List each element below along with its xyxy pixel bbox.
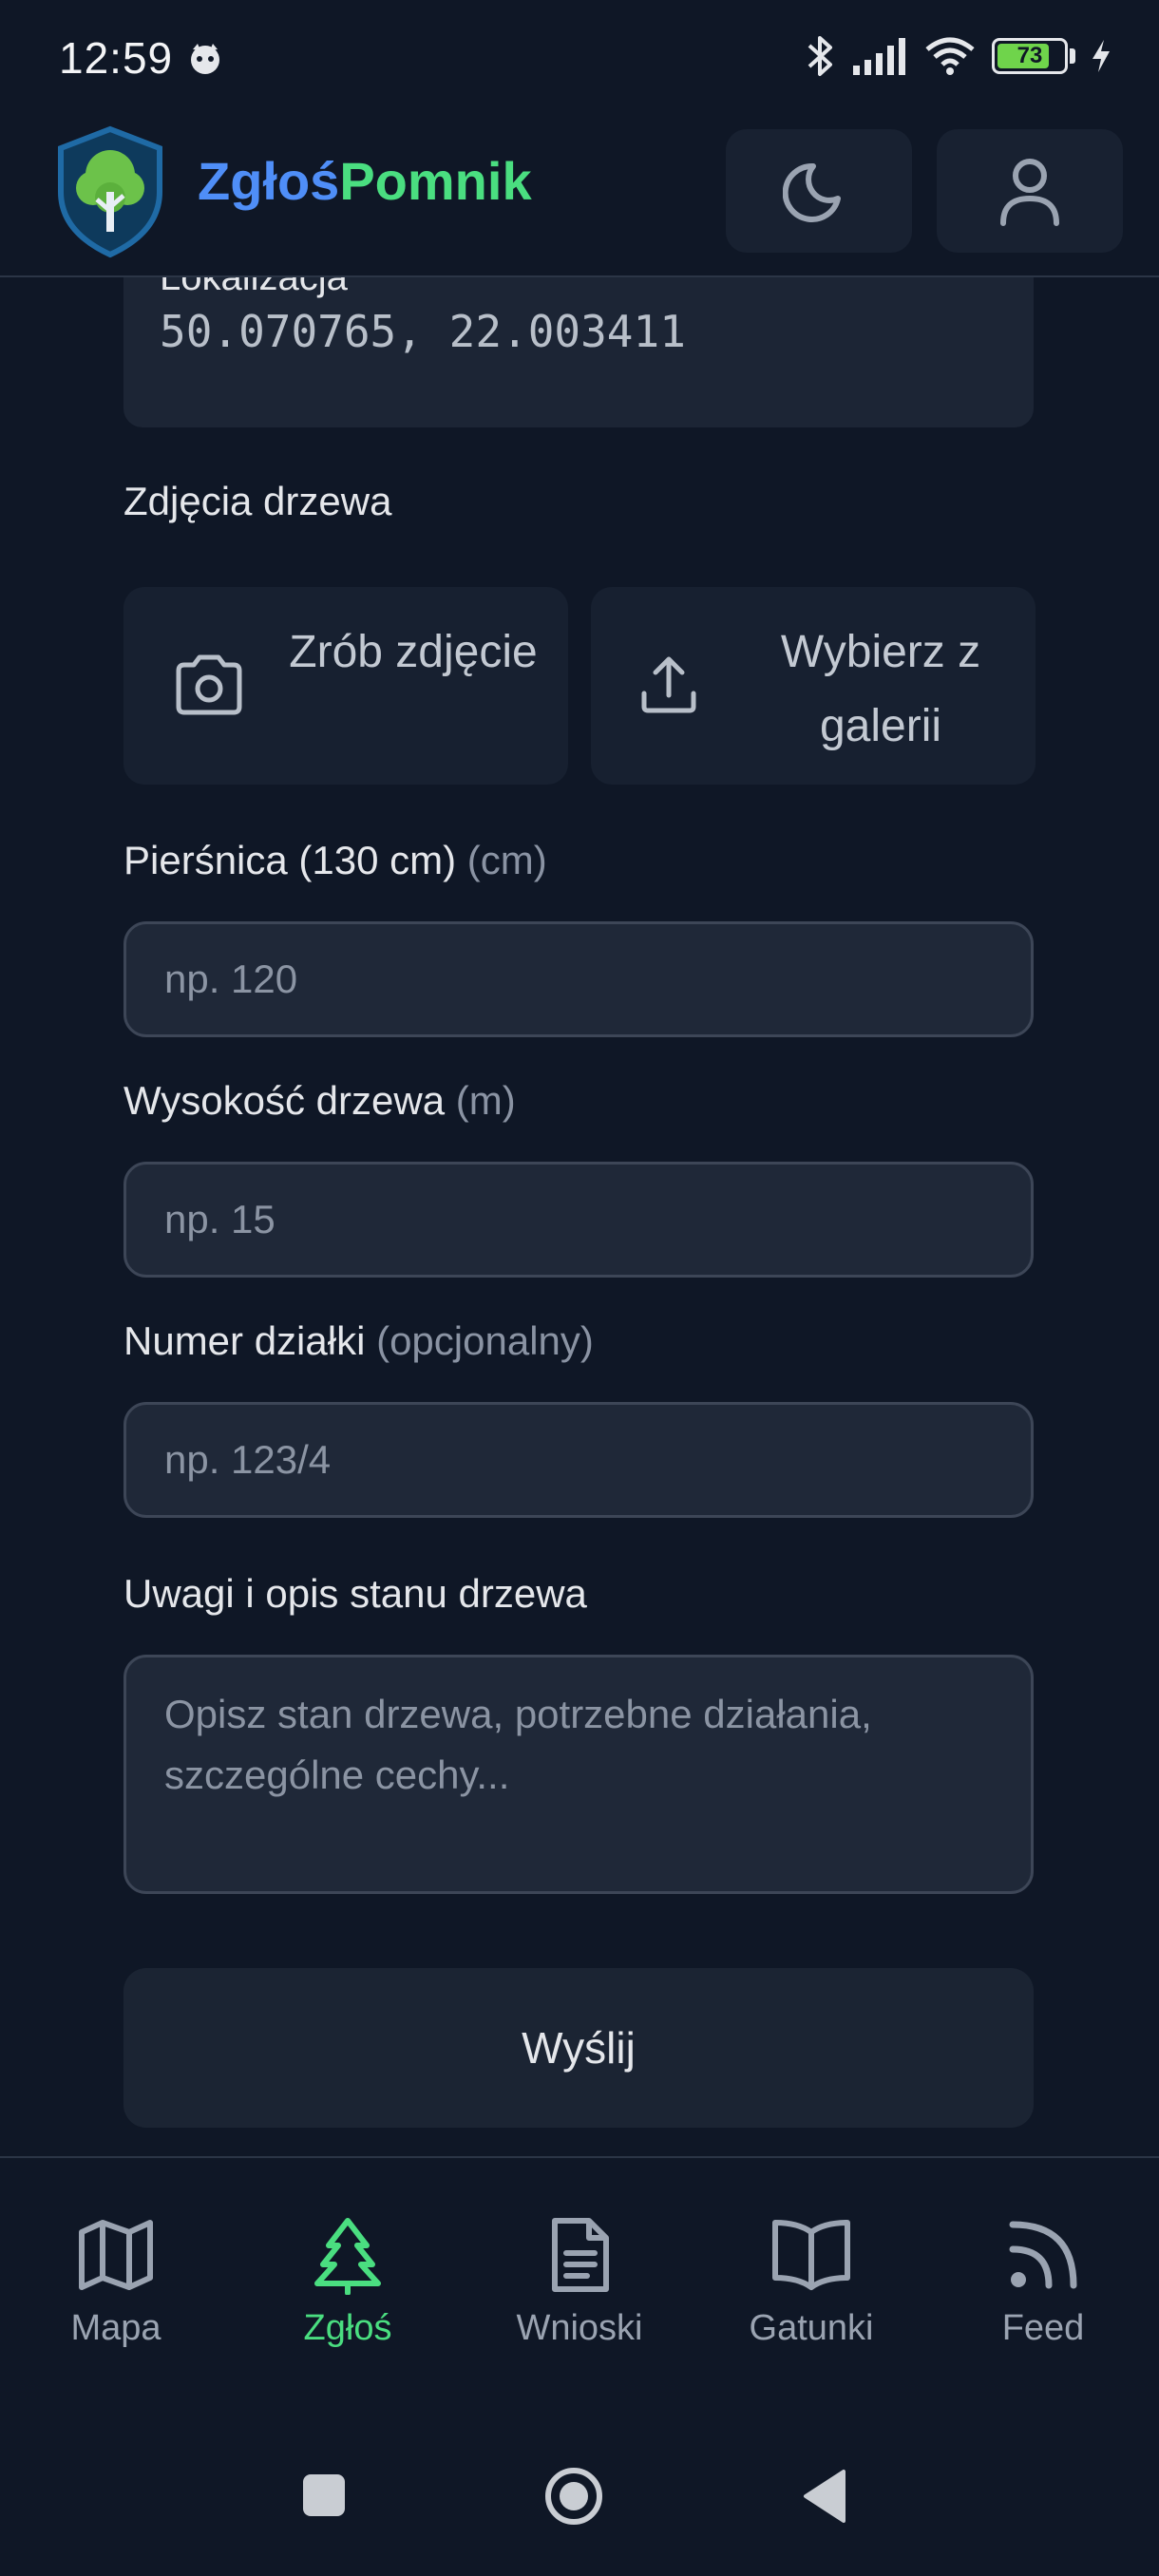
parcel-label-text: Numer działki: [124, 1318, 366, 1363]
app-title-part2: Pomnik: [339, 151, 532, 211]
take-photo-label: Zrób zdjęcie: [289, 627, 538, 677]
camera-icon: [176, 654, 242, 715]
theme-toggle-button[interactable]: [726, 129, 912, 253]
height-input[interactable]: [126, 1165, 1031, 1275]
nav-item-requests[interactable]: Wnioski: [484, 2215, 674, 2349]
bluetooth-icon: [808, 36, 832, 76]
notes-textarea[interactable]: [126, 1657, 1031, 1891]
document-icon: [552, 2218, 609, 2292]
height-label-text: Wysokość drzewa: [124, 1078, 446, 1123]
nav-item-feed[interactable]: Feed: [948, 2215, 1138, 2349]
battery-level: 73: [1016, 43, 1043, 68]
circumference-unit: (cm): [466, 838, 547, 882]
location-label: Lokalizacja: [160, 277, 348, 298]
nav-label-map: Mapa: [70, 2308, 162, 2348]
submit-button[interactable]: Wyślij: [124, 1968, 1034, 2128]
report-form[interactable]: Lokalizacja 50.070765, 22.003411 Zdjęcia…: [0, 277, 1159, 2156]
nav-label-requests: Wnioski: [516, 2308, 643, 2348]
location-card: Lokalizacja 50.070765, 22.003411: [124, 277, 1034, 427]
moon-icon: [783, 162, 841, 222]
home-icon[interactable]: [543, 2466, 604, 2527]
logo-tree-shield-icon: [58, 125, 162, 258]
circumference-label: Pierśnica (130 cm) (cm): [124, 838, 547, 883]
parcel-input[interactable]: [126, 1405, 1031, 1515]
circumference-label-text: Pierśnica (130 cm): [124, 838, 457, 882]
nav-label-feed: Feed: [1001, 2308, 1085, 2348]
take-photo-button[interactable]: Zrób zdjęcie: [124, 587, 568, 785]
choose-gallery-button[interactable]: Wybierz z galerii: [591, 587, 1036, 785]
battery-icon: 73: [992, 38, 1068, 74]
charging-icon: [1092, 40, 1110, 72]
parcel-label: Numer działki (opcjonalny): [124, 1318, 594, 1364]
recent-apps-icon[interactable]: [300, 2472, 348, 2519]
nav-label-species: Gatunki: [749, 2308, 874, 2348]
choose-gallery-label: Wybierz z galerii: [780, 627, 981, 751]
status-bar: 12:59 73: [0, 0, 1159, 118]
map-icon: [79, 2220, 153, 2290]
app-header: ZgłośPomnik: [0, 118, 1159, 277]
status-time: 12:59: [59, 33, 174, 83]
parcel-field[interactable]: [124, 1402, 1034, 1518]
app-title-part1: Zgłoś: [198, 151, 340, 211]
nav-item-report[interactable]: Zgłoś: [253, 2215, 443, 2349]
height-field[interactable]: [124, 1162, 1034, 1278]
nav-label-report: Zgłoś: [303, 2308, 392, 2348]
notes-field[interactable]: [124, 1655, 1034, 1894]
rss-icon: [1009, 2221, 1077, 2289]
circumference-field[interactable]: [124, 921, 1034, 1037]
circumference-input[interactable]: [126, 924, 1031, 1034]
profile-button[interactable]: [937, 129, 1123, 253]
submit-label: Wyślij: [522, 2023, 636, 2073]
photos-label: Zdjęcia drzewa: [124, 479, 392, 523]
height-unit: (m): [455, 1078, 516, 1123]
signal-icon: [853, 38, 905, 75]
notes-label: Uwagi i opis stanu drzewa: [124, 1571, 587, 1616]
upload-icon: [641, 656, 696, 713]
parcel-hint: (opcjonalny): [376, 1318, 594, 1363]
notification-icon: [191, 44, 219, 74]
location-value: 50.070765, 22.003411: [160, 306, 686, 357]
app-title: ZgłośPomnik: [198, 150, 532, 212]
nav-item-species[interactable]: Gatunki: [716, 2215, 906, 2349]
back-icon[interactable]: [800, 2468, 847, 2525]
system-navigation-bar: [0, 2377, 1159, 2576]
bottom-navigation: Mapa Zgłoś Wnioski Gatunki Feed: [0, 2156, 1159, 2378]
book-icon: [772, 2220, 850, 2290]
nav-item-map[interactable]: Mapa: [21, 2215, 211, 2349]
tree-icon: [314, 2218, 381, 2295]
height-label: Wysokość drzewa (m): [124, 1078, 516, 1124]
wifi-icon: [925, 37, 975, 75]
user-icon: [1000, 159, 1059, 226]
